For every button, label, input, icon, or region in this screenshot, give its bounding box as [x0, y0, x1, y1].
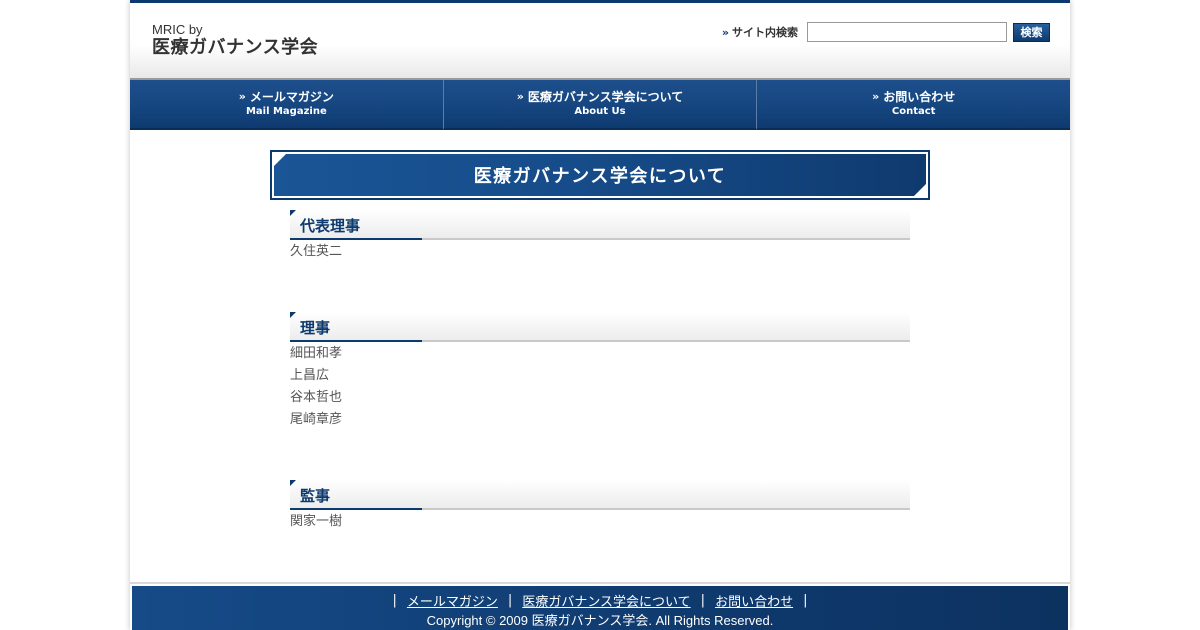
nav-item-about-us[interactable]: » 医療ガバナンス学会について About Us [443, 80, 758, 130]
footer-separator: | [803, 592, 808, 608]
logo-subtitle: MRIC by [152, 22, 203, 37]
footer-links: | メールマガジン | 医療ガバナンス学会について | お問い合わせ | [132, 586, 1068, 610]
logo-title: 医療ガバナンス学会 [152, 37, 319, 58]
page-title: 医療ガバナンス学会について [473, 166, 727, 187]
section-heading: 代表理事 [290, 210, 910, 240]
site-header: MRIC by 医療ガバナンス学会 » サイト内検索 検索 [130, 0, 1070, 80]
nav-label-jp: 医療ガバナンス学会について [527, 90, 684, 104]
nav-item-contact[interactable]: » お問い合わせ Contact [757, 80, 1071, 130]
chevron-right-icon: » [872, 90, 880, 103]
member-list: 久住英二 [290, 240, 910, 263]
section-title: 監事 [300, 487, 331, 505]
member-list: 関家一樹 [290, 510, 910, 533]
search-button[interactable]: 検索 [1013, 22, 1050, 42]
footer-separator: | [392, 592, 397, 608]
section-directors: 理事 細田和孝 上昌広 谷本哲也 尾崎章彦 [290, 312, 910, 431]
main-nav: » メールマガジン Mail Magazine » 医療ガバナンス学会について … [130, 80, 1071, 130]
nav-label-jp: お問い合わせ [883, 90, 956, 104]
page-title-box: 医療ガバナンス学会について [270, 150, 930, 200]
member-name: 関家一樹 [290, 514, 343, 529]
copyright: Copyright © 2009 医療ガバナンス学会. All Rights R… [426, 613, 774, 628]
nav-item-mail-magazine[interactable]: » メールマガジン Mail Magazine [130, 80, 444, 130]
nav-label-en: About Us [574, 106, 626, 117]
chevron-right-icon: » [238, 90, 246, 103]
footer-link-about-us[interactable]: 医療ガバナンス学会について [522, 591, 690, 610]
nav-label-en: Contact [891, 106, 936, 117]
member-name: 久住英二 [290, 244, 343, 259]
site-search: » サイト内検索 検索 [722, 20, 1050, 44]
section-heading: 理事 [290, 312, 910, 342]
member-list: 細田和孝 上昌広 谷本哲也 尾崎章彦 [290, 342, 910, 431]
search-label-text: サイト内検索 [732, 26, 798, 39]
section-heading: 監事 [290, 480, 910, 510]
page-container: MRIC by 医療ガバナンス学会 » サイト内検索 検索 » メールマガジン … [130, 0, 1071, 630]
section-title: 理事 [300, 319, 331, 337]
nav-label: » メールマガジン [239, 89, 334, 105]
search-input[interactable] [807, 22, 1007, 42]
nav-label: » 医療ガバナンス学会について [517, 89, 684, 105]
member-name: 谷本哲也 [290, 390, 343, 405]
footer-divider [130, 582, 1070, 584]
footer-link-mail-magazine[interactable]: メールマガジン [407, 591, 498, 610]
section-auditor: 監事 関家一樹 [290, 480, 910, 533]
nav-label: » お問い合わせ [872, 89, 955, 105]
footer-link-contact[interactable]: お問い合わせ [715, 591, 793, 610]
site-footer: | メールマガジン | 医療ガバナンス学会について | お問い合わせ | Cop… [132, 586, 1068, 630]
page-title-banner: 医療ガバナンス学会について [274, 154, 926, 196]
site-logo[interactable]: MRIC by 医療ガバナンス学会 [152, 23, 318, 59]
section-title: 代表理事 [300, 217, 361, 235]
member-name: 細田和孝 [290, 346, 343, 361]
nav-label-en: Mail Magazine [245, 106, 327, 117]
footer-separator: | [507, 592, 513, 608]
chevron-right-icon: » [721, 25, 729, 39]
chevron-right-icon: » [516, 90, 524, 103]
nav-label-jp: メールマガジン [249, 90, 334, 104]
member-name: 上昌広 [290, 368, 330, 383]
search-label: » サイト内検索 [722, 24, 798, 40]
member-name: 尾崎章彦 [290, 412, 343, 427]
footer-separator: | [700, 592, 706, 608]
section-representative-director: 代表理事 久住英二 [290, 210, 910, 263]
